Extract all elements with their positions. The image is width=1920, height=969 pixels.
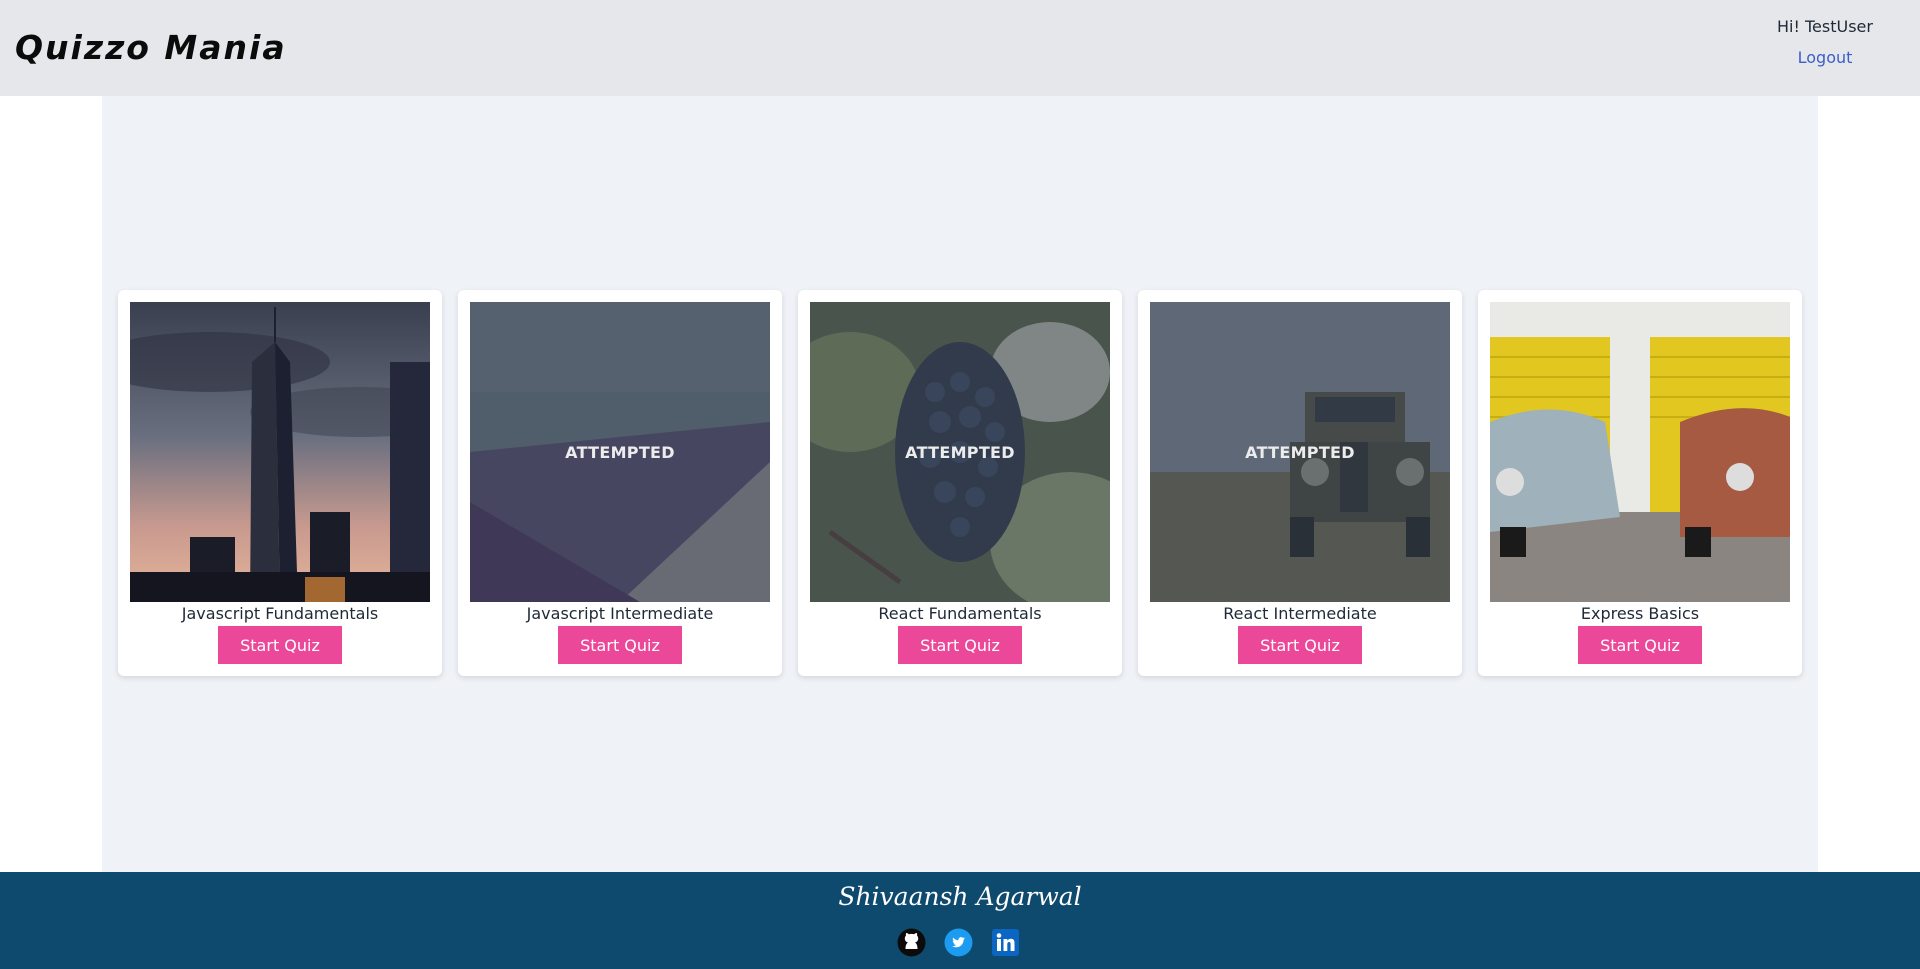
start-quiz-button[interactable]: Start Quiz <box>558 626 682 664</box>
quiz-title: React Fundamentals <box>878 604 1042 623</box>
vintage-truck-image: ATTEMPTED <box>1150 302 1450 602</box>
logout-link[interactable]: Logout <box>1798 48 1853 67</box>
start-quiz-button[interactable]: Start Quiz <box>1578 626 1702 664</box>
quiz-title: Javascript Fundamentals <box>181 604 379 623</box>
city-skyscraper-image <box>130 302 430 602</box>
attempted-label: ATTEMPTED <box>565 442 675 462</box>
quiz-card-list: Javascript Fundamentals Start Quiz ATTEM… <box>118 290 1802 676</box>
attempted-overlay: ATTEMPTED <box>1150 302 1450 602</box>
attempted-overlay: ATTEMPTED <box>470 302 770 602</box>
quiz-title: Javascript Intermediate <box>526 604 714 623</box>
social-links <box>897 928 1020 957</box>
user-greeting: Hi! TestUser <box>1777 17 1873 36</box>
vintage-cars-garage-image <box>1490 302 1790 602</box>
grapes-vine-image: ATTEMPTED <box>810 302 1110 602</box>
attempted-label: ATTEMPTED <box>1245 442 1355 462</box>
quiz-card: ATTEMPTED Javascript Intermediate Start … <box>458 290 782 676</box>
attempted-label: ATTEMPTED <box>905 442 1015 462</box>
quiz-card: ATTEMPTED React Fundamentals Start Quiz <box>798 290 1122 676</box>
attempted-overlay: ATTEMPTED <box>810 302 1110 602</box>
beach-shore-image: ATTEMPTED <box>470 302 770 602</box>
start-quiz-button[interactable]: Start Quiz <box>218 626 342 664</box>
quiz-card: Javascript Fundamentals Start Quiz <box>118 290 442 676</box>
quiz-title: Express Basics <box>1580 604 1700 623</box>
start-quiz-button[interactable]: Start Quiz <box>1238 626 1362 664</box>
start-quiz-button[interactable]: Start Quiz <box>898 626 1022 664</box>
quiz-title: React Intermediate <box>1223 604 1377 623</box>
quiz-card: ATTEMPTED React Intermediate Start Quiz <box>1138 290 1462 676</box>
quiz-card: Express Basics Start Quiz <box>1478 290 1802 676</box>
page-footer: Shivaansh Agarwal <box>0 872 1920 969</box>
linkedin-icon[interactable] <box>991 928 1020 957</box>
brand-logo: Quizzo Mania <box>15 28 287 67</box>
author-name: Shivaansh Agarwal <box>838 882 1082 911</box>
quiz-list-area: Javascript Fundamentals Start Quiz ATTEM… <box>102 96 1818 872</box>
github-icon[interactable] <box>897 928 926 957</box>
top-header: Quizzo Mania Hi! TestUser Logout <box>0 0 1920 96</box>
user-area: Hi! TestUser Logout <box>1760 16 1890 67</box>
twitter-icon[interactable] <box>944 928 973 957</box>
